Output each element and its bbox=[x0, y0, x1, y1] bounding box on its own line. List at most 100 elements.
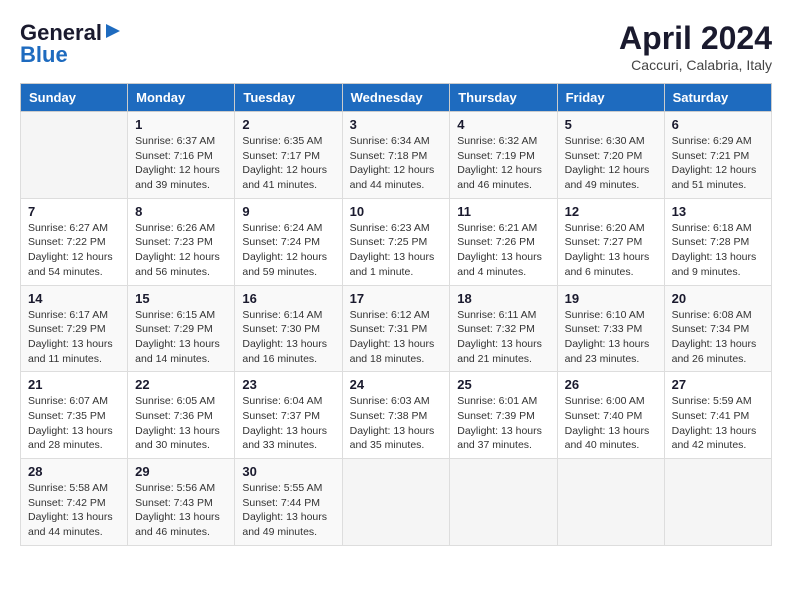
day-number: 1 bbox=[135, 117, 227, 132]
day-info: Sunrise: 5:55 AMSunset: 7:44 PMDaylight:… bbox=[242, 481, 334, 540]
calendar-cell: 26Sunrise: 6:00 AMSunset: 7:40 PMDayligh… bbox=[557, 372, 664, 459]
calendar-cell: 4Sunrise: 6:32 AMSunset: 7:19 PMDaylight… bbox=[450, 112, 557, 199]
header-day-monday: Monday bbox=[128, 84, 235, 112]
calendar-cell bbox=[557, 459, 664, 546]
day-number: 8 bbox=[135, 204, 227, 219]
day-number: 21 bbox=[28, 377, 120, 392]
calendar-week-1: 1 Sunrise: 6:37 AMSunset: 7:16 PMDaylight… bbox=[21, 112, 772, 199]
calendar-cell: 27 Sunrise: 5:59 AMSunset: 7:41 PMDayligh… bbox=[664, 372, 771, 459]
day-number: 24 bbox=[350, 377, 443, 392]
day-number: 15 bbox=[135, 291, 227, 306]
day-info: Sunrise: 6:14 AMSunset: 7:30 PMDaylight:… bbox=[242, 308, 334, 367]
day-number: 19 bbox=[565, 291, 657, 306]
day-number: 22 bbox=[135, 377, 227, 392]
day-info: Sunrise: 6:37 AMSunset: 7:16 PMDaylight:… bbox=[135, 134, 227, 193]
calendar-cell: 8 Sunrise: 6:26 AMSunset: 7:23 PMDaylight… bbox=[128, 198, 235, 285]
day-info: Sunrise: 6:07 AMSunset: 7:35 PMDaylight:… bbox=[28, 394, 120, 453]
calendar-cell: 6 Sunrise: 6:29 AMSunset: 7:21 PMDaylight… bbox=[664, 112, 771, 199]
calendar-cell: 23 Sunrise: 6:04 AMSunset: 7:37 PMDayligh… bbox=[235, 372, 342, 459]
calendar-week-4: 21 Sunrise: 6:07 AMSunset: 7:35 PMDayligh… bbox=[21, 372, 772, 459]
calendar-cell: 7Sunrise: 6:27 AMSunset: 7:22 PMDaylight… bbox=[21, 198, 128, 285]
location-text: Caccuri, Calabria, Italy bbox=[619, 57, 772, 73]
day-info: Sunrise: 6:23 AMSunset: 7:25 PMDaylight:… bbox=[350, 221, 443, 280]
day-info: Sunrise: 6:21 AMSunset: 7:26 PMDaylight:… bbox=[457, 221, 549, 280]
day-number: 29 bbox=[135, 464, 227, 479]
day-number: 23 bbox=[242, 377, 334, 392]
calendar-cell: 10 Sunrise: 6:23 AMSunset: 7:25 PMDayligh… bbox=[342, 198, 450, 285]
calendar-week-3: 14 Sunrise: 6:17 AMSunset: 7:29 PMDayligh… bbox=[21, 285, 772, 372]
calendar-table: SundayMondayTuesdayWednesdayThursdayFrid… bbox=[20, 83, 772, 546]
calendar-cell bbox=[21, 112, 128, 199]
calendar-cell: 13Sunrise: 6:18 AMSunset: 7:28 PMDayligh… bbox=[664, 198, 771, 285]
header-day-wednesday: Wednesday bbox=[342, 84, 450, 112]
day-info: Sunrise: 6:26 AMSunset: 7:23 PMDaylight:… bbox=[135, 221, 227, 280]
calendar-body: 1 Sunrise: 6:37 AMSunset: 7:16 PMDaylight… bbox=[21, 112, 772, 546]
calendar-cell: 11 Sunrise: 6:21 AMSunset: 7:26 PMDayligh… bbox=[450, 198, 557, 285]
day-number: 18 bbox=[457, 291, 549, 306]
calendar-cell: 22Sunrise: 6:05 AMSunset: 7:36 PMDayligh… bbox=[128, 372, 235, 459]
header-day-thursday: Thursday bbox=[450, 84, 557, 112]
calendar-cell: 16 Sunrise: 6:14 AMSunset: 7:30 PMDayligh… bbox=[235, 285, 342, 372]
day-info: Sunrise: 6:18 AMSunset: 7:28 PMDaylight:… bbox=[672, 221, 764, 280]
month-title: April 2024 bbox=[619, 20, 772, 57]
day-info: Sunrise: 6:27 AMSunset: 7:22 PMDaylight:… bbox=[28, 221, 120, 280]
calendar-cell bbox=[342, 459, 450, 546]
header-day-friday: Friday bbox=[557, 84, 664, 112]
day-info: Sunrise: 6:32 AMSunset: 7:19 PMDaylight:… bbox=[457, 134, 549, 193]
day-info: Sunrise: 6:00 AMSunset: 7:40 PMDaylight:… bbox=[565, 394, 657, 453]
calendar-cell: 17Sunrise: 6:12 AMSunset: 7:31 PMDayligh… bbox=[342, 285, 450, 372]
day-number: 20 bbox=[672, 291, 764, 306]
day-number: 10 bbox=[350, 204, 443, 219]
day-number: 2 bbox=[242, 117, 334, 132]
day-number: 6 bbox=[672, 117, 764, 132]
day-info: Sunrise: 6:15 AMSunset: 7:29 PMDaylight:… bbox=[135, 308, 227, 367]
calendar-cell bbox=[664, 459, 771, 546]
calendar-cell: 25 Sunrise: 6:01 AMSunset: 7:39 PMDayligh… bbox=[450, 372, 557, 459]
calendar-cell: 9 Sunrise: 6:24 AMSunset: 7:24 PMDaylight… bbox=[235, 198, 342, 285]
calendar-cell: 12Sunrise: 6:20 AMSunset: 7:27 PMDayligh… bbox=[557, 198, 664, 285]
day-number: 11 bbox=[457, 204, 549, 219]
day-number: 27 bbox=[672, 377, 764, 392]
day-info: Sunrise: 6:17 AMSunset: 7:29 PMDaylight:… bbox=[28, 308, 120, 367]
day-number: 5 bbox=[565, 117, 657, 132]
logo-blue-text: Blue bbox=[20, 42, 122, 68]
day-info: Sunrise: 6:30 AMSunset: 7:20 PMDaylight:… bbox=[565, 134, 657, 193]
day-info: Sunrise: 6:10 AMSunset: 7:33 PMDaylight:… bbox=[565, 308, 657, 367]
calendar-cell: 3 Sunrise: 6:34 AMSunset: 7:18 PMDaylight… bbox=[342, 112, 450, 199]
day-info: Sunrise: 6:11 AMSunset: 7:32 PMDaylight:… bbox=[457, 308, 549, 367]
day-info: Sunrise: 6:34 AMSunset: 7:18 PMDaylight:… bbox=[350, 134, 443, 193]
logo: General Blue bbox=[20, 20, 122, 69]
day-info: Sunrise: 6:04 AMSunset: 7:37 PMDaylight:… bbox=[242, 394, 334, 453]
calendar-week-2: 7Sunrise: 6:27 AMSunset: 7:22 PMDaylight… bbox=[21, 198, 772, 285]
day-info: Sunrise: 5:56 AMSunset: 7:43 PMDaylight:… bbox=[135, 481, 227, 540]
day-info: Sunrise: 6:01 AMSunset: 7:39 PMDaylight:… bbox=[457, 394, 549, 453]
calendar-week-5: 28 Sunrise: 5:58 AMSunset: 7:42 PMDayligh… bbox=[21, 459, 772, 546]
day-info: Sunrise: 6:35 AMSunset: 7:17 PMDaylight:… bbox=[242, 134, 334, 193]
day-number: 12 bbox=[565, 204, 657, 219]
header-day-saturday: Saturday bbox=[664, 84, 771, 112]
calendar-cell: 2 Sunrise: 6:35 AMSunset: 7:17 PMDaylight… bbox=[235, 112, 342, 199]
day-number: 14 bbox=[28, 291, 120, 306]
calendar-cell: 30 Sunrise: 5:55 AMSunset: 7:44 PMDayligh… bbox=[235, 459, 342, 546]
day-number: 25 bbox=[457, 377, 549, 392]
day-info: Sunrise: 6:29 AMSunset: 7:21 PMDaylight:… bbox=[672, 134, 764, 193]
header-row: SundayMondayTuesdayWednesdayThursdayFrid… bbox=[21, 84, 772, 112]
calendar-cell: 15 Sunrise: 6:15 AMSunset: 7:29 PMDayligh… bbox=[128, 285, 235, 372]
day-info: Sunrise: 6:08 AMSunset: 7:34 PMDaylight:… bbox=[672, 308, 764, 367]
day-number: 3 bbox=[350, 117, 443, 132]
day-number: 16 bbox=[242, 291, 334, 306]
day-number: 9 bbox=[242, 204, 334, 219]
day-info: Sunrise: 6:12 AMSunset: 7:31 PMDaylight:… bbox=[350, 308, 443, 367]
header-day-sunday: Sunday bbox=[21, 84, 128, 112]
calendar-header: SundayMondayTuesdayWednesdayThursdayFrid… bbox=[21, 84, 772, 112]
day-number: 30 bbox=[242, 464, 334, 479]
day-info: Sunrise: 6:24 AMSunset: 7:24 PMDaylight:… bbox=[242, 221, 334, 280]
calendar-cell: 19 Sunrise: 6:10 AMSunset: 7:33 PMDayligh… bbox=[557, 285, 664, 372]
day-info: Sunrise: 6:03 AMSunset: 7:38 PMDaylight:… bbox=[350, 394, 443, 453]
day-info: Sunrise: 5:58 AMSunset: 7:42 PMDaylight:… bbox=[28, 481, 120, 540]
calendar-cell: 21 Sunrise: 6:07 AMSunset: 7:35 PMDayligh… bbox=[21, 372, 128, 459]
day-number: 28 bbox=[28, 464, 120, 479]
header-day-tuesday: Tuesday bbox=[235, 84, 342, 112]
calendar-cell: 24 Sunrise: 6:03 AMSunset: 7:38 PMDayligh… bbox=[342, 372, 450, 459]
day-info: Sunrise: 5:59 AMSunset: 7:41 PMDaylight:… bbox=[672, 394, 764, 453]
